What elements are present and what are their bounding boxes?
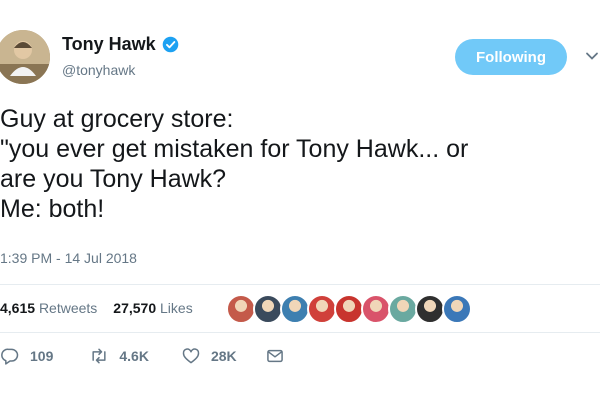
tweet-card: Tony Hawk @tonyhawk Following Guy at gro… <box>0 0 600 400</box>
author-avatar[interactable] <box>0 30 50 84</box>
retweets-stat-label: Retweets <box>38 300 98 316</box>
liker-avatar[interactable] <box>334 294 364 324</box>
retweets-stat-count: 4,615 <box>0 300 36 316</box>
chevron-down-icon[interactable] <box>584 48 600 64</box>
reply-icon <box>1 348 19 365</box>
avatar-image <box>0 30 50 84</box>
tweet-text-line: Guy at grocery store: <box>0 105 234 133</box>
likes-stat[interactable]: 27,570 Likes <box>113 300 192 316</box>
retweet-button[interactable]: 4.6K <box>89 346 149 366</box>
tweet-text-line: Me: both! <box>0 195 105 223</box>
divider <box>0 284 600 285</box>
tweet-text-line: "you ever get mistaken for Tony Hawk... … <box>0 135 469 163</box>
liker-avatar[interactable] <box>280 294 310 324</box>
liker-avatar[interactable] <box>442 294 472 324</box>
tweet-text-line: are you Tony Hawk? <box>0 165 227 193</box>
retweet-icon <box>92 348 106 364</box>
direct-message-icon <box>266 349 283 363</box>
liker-avatars[interactable] <box>226 294 472 324</box>
reply-button[interactable]: 109 <box>0 346 53 366</box>
liker-avatar[interactable] <box>388 294 418 324</box>
tweet-timestamp[interactable]: 1:39 PM - 14 Jul 2018 <box>0 250 137 266</box>
like-button[interactable]: 28K <box>181 346 237 366</box>
author-handle[interactable]: @tonyhawk <box>62 62 135 78</box>
likes-stat-count: 27,570 <box>113 300 157 316</box>
engagement-stats: 4,615 Retweets 27,570 Likes <box>0 300 193 316</box>
divider <box>0 332 600 333</box>
retweet-count: 4.6K <box>119 348 149 364</box>
liker-avatar[interactable] <box>415 294 445 324</box>
direct-message-button[interactable] <box>265 346 285 366</box>
verified-badge-icon <box>162 36 178 53</box>
liker-avatar[interactable] <box>307 294 337 324</box>
like-count: 28K <box>210 348 237 364</box>
reply-count: 109 <box>30 348 54 364</box>
likes-stat-label: Likes <box>160 300 193 316</box>
tweet-actions: 109 4.6K 28K <box>0 346 313 366</box>
like-icon <box>182 348 200 364</box>
liker-avatar[interactable] <box>361 294 391 324</box>
retweets-stat[interactable]: 4,615 Retweets <box>0 300 97 316</box>
following-button[interactable]: Following <box>455 39 567 75</box>
tweet-text: Guy at grocery store: "you ever get mist… <box>0 104 596 224</box>
liker-avatar[interactable] <box>253 294 283 324</box>
liker-avatar[interactable] <box>226 294 256 324</box>
author-display-name[interactable]: Tony Hawk <box>62 34 156 55</box>
author-name-row: Tony Hawk <box>62 34 179 55</box>
